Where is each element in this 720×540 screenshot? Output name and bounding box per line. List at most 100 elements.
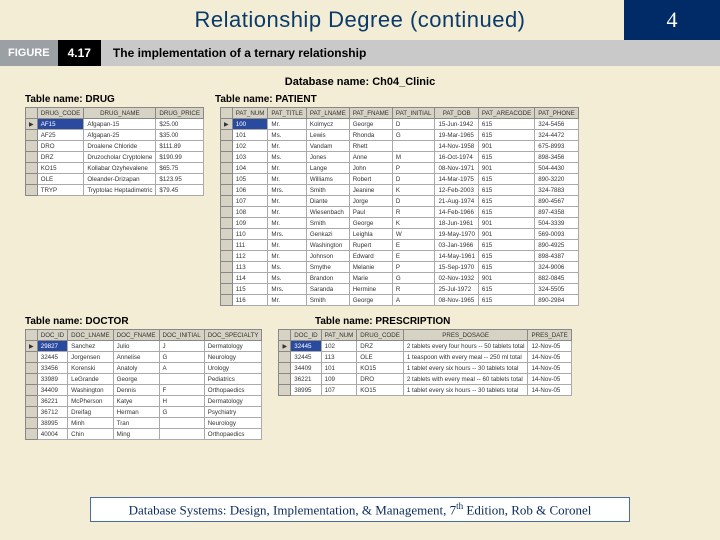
- cell: Brandon: [306, 273, 349, 284]
- cell: 36221: [291, 374, 321, 385]
- table-row: TRYPTryptolac Heptadimetric$79.45: [26, 185, 204, 196]
- cell: $65.75: [156, 163, 204, 174]
- cell: DRZ: [37, 152, 84, 163]
- cell: Hermine: [349, 284, 392, 295]
- cell: Anatoly: [113, 363, 159, 374]
- footer-citation: Database Systems: Design, Implementation…: [90, 497, 630, 522]
- cell: Rhonda: [349, 130, 392, 141]
- cell: 615: [478, 295, 534, 306]
- table-row: 114Ms.BrandonMarieG02-Nov-1932901882-084…: [221, 273, 579, 284]
- cell: 109: [232, 218, 268, 229]
- cell: 116: [232, 295, 268, 306]
- cell: Leighla: [349, 229, 392, 240]
- patient-table: PAT_NUMPAT_TITLEPAT_LNAMEPAT_FNAMEPAT_IN…: [220, 107, 579, 306]
- cell: 890-3220: [535, 174, 579, 185]
- cell: 324-4472: [535, 130, 579, 141]
- cell: DRO: [37, 141, 84, 152]
- cell: $79.45: [156, 185, 204, 196]
- cell: Kollabar Ozyhevalene: [84, 163, 156, 174]
- cell: 08-Nov-1965: [435, 295, 478, 306]
- cell: 901: [478, 229, 534, 240]
- cell: 111: [232, 240, 268, 251]
- cell: F: [159, 385, 204, 396]
- cell: Neurology: [204, 418, 262, 429]
- cell: G: [159, 352, 204, 363]
- cell: $111.89: [156, 141, 204, 152]
- table-row: 36712DreifagHermanGPsychiatry: [26, 407, 262, 418]
- column-header: PAT_LNAME: [306, 108, 349, 119]
- cell: 14-Nov-05: [528, 374, 571, 385]
- cell: 324-5505: [535, 284, 579, 295]
- cell: K: [392, 185, 435, 196]
- cell: D: [392, 196, 435, 207]
- table-row: DRZDruzocholar Cryptolene$190.99: [26, 152, 204, 163]
- cell: 102: [232, 141, 268, 152]
- cell: Dennis: [113, 385, 159, 396]
- cell: 14-Mar-1975: [435, 174, 478, 185]
- cell: 21-Aug-1974: [435, 196, 478, 207]
- cell: Ms.: [268, 262, 306, 273]
- table-row: OLEOleander-Drizapan$123.95: [26, 174, 204, 185]
- table-row: 38995MinhTranNeurology: [26, 418, 262, 429]
- cell: $25.00: [156, 119, 204, 130]
- cell: Melanie: [349, 262, 392, 273]
- cell: 504-4430: [535, 163, 579, 174]
- cell: W: [392, 229, 435, 240]
- cell: Lewis: [306, 130, 349, 141]
- cell: Psychiatry: [204, 407, 262, 418]
- cell: Jorge: [349, 196, 392, 207]
- database-name: Database name: Ch04_Clinic: [25, 76, 695, 88]
- cell: 12-Feb-2003: [435, 185, 478, 196]
- cell: Dermatology: [204, 396, 262, 407]
- cell: Annelise: [113, 352, 159, 363]
- cell: [159, 429, 204, 440]
- cell: Afgapan-25: [84, 130, 156, 141]
- cell: 113: [232, 262, 268, 273]
- cell: 615: [478, 251, 534, 262]
- cell: 897-4358: [535, 207, 579, 218]
- cell: 115: [232, 284, 268, 295]
- column-header: DRUG_PRICE: [156, 108, 204, 119]
- drug-table-label: Table name: DRUG: [25, 94, 215, 105]
- figure-number: 4.17: [58, 40, 101, 66]
- table-row: 104Mr.LangeJohnP08-Nov-1971901504-4430: [221, 163, 579, 174]
- table-row: 115Mrs.SarandaHermineR25-Jul-1972615324-…: [221, 284, 579, 295]
- cell: 1 tablet every six hours -- 30 tablets t…: [403, 385, 528, 396]
- cell: 1 teaspoon with every meal -- 250 ml tot…: [403, 352, 528, 363]
- cell: 40004: [37, 429, 67, 440]
- cell: $123.95: [156, 174, 204, 185]
- cell: Dreifag: [68, 407, 114, 418]
- cell: 14-May-1961: [435, 251, 478, 262]
- cell: A: [392, 295, 435, 306]
- cell: Mrs.: [268, 284, 306, 295]
- cell: 12-Nov-05: [528, 341, 571, 352]
- cell: George: [113, 374, 159, 385]
- cell: [159, 374, 204, 385]
- cell: Vandam: [306, 141, 349, 152]
- patient-table-label: Table name: PATIENT: [215, 94, 317, 105]
- cell: G: [392, 273, 435, 284]
- cell: DRO: [357, 374, 404, 385]
- cell: 615: [478, 196, 534, 207]
- cell: Julio: [113, 341, 159, 352]
- cell: 615: [478, 207, 534, 218]
- cell: A: [159, 363, 204, 374]
- cell: OLE: [357, 352, 404, 363]
- table-row: 116Mr.SmithGeorgeA08-Nov-1965615890-2984: [221, 295, 579, 306]
- cell: 15-Jun-1942: [435, 119, 478, 130]
- cell: Tryptolac Heptadimetric: [84, 185, 156, 196]
- table-row: 32445113OLE1 teaspoon with every meal --…: [279, 352, 571, 363]
- cell: 104: [232, 163, 268, 174]
- column-header: DOC_LNAME: [68, 330, 114, 341]
- cell: 890-2984: [535, 295, 579, 306]
- cell: Urology: [204, 363, 262, 374]
- cell: Oleander-Drizapan: [84, 174, 156, 185]
- cell: 615: [478, 240, 534, 251]
- cell: 38995: [37, 418, 67, 429]
- cell: Ms.: [268, 273, 306, 284]
- cell: 901: [478, 218, 534, 229]
- cell: 324-5456: [535, 119, 579, 130]
- table-row: 36221109DRO2 tablets with every meal -- …: [279, 374, 571, 385]
- cell: 16-Oct-1974: [435, 152, 478, 163]
- cell: 29827: [37, 341, 67, 352]
